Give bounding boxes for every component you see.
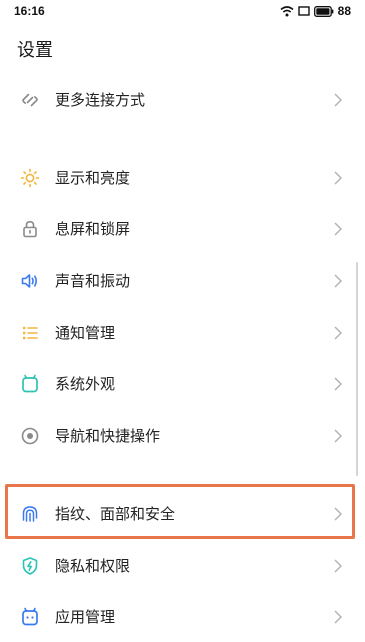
settings-item-app-management[interactable]: 应用管理	[0, 592, 365, 642]
scrollbar[interactable]	[356, 262, 358, 476]
settings-item-label: 通知管理	[55, 324, 116, 342]
sun-icon	[20, 168, 40, 188]
app-icon	[20, 607, 40, 627]
battery-icon	[313, 5, 334, 17]
settings-item-screen-lock[interactable]: 息屏和锁屏	[0, 204, 365, 254]
settings-item-label: 隐私和权限	[55, 557, 131, 575]
list-icon	[20, 323, 40, 343]
page-title: 设置	[17, 40, 53, 61]
settings-item-label: 应用管理	[55, 608, 116, 626]
settings-item-system-appearance[interactable]: 系统外观	[0, 359, 365, 409]
settings-item-label: 显示和亮度	[55, 169, 131, 187]
navigation-icon	[20, 426, 40, 446]
wifi-icon	[280, 5, 294, 17]
chevron-right-icon	[333, 92, 343, 108]
chevron-right-icon	[333, 609, 343, 625]
lock-icon	[20, 219, 40, 239]
settings-item-label: 系统外观	[55, 375, 116, 393]
status-time: 16:16	[14, 4, 45, 18]
settings-item-label: 导航和快捷操作	[55, 427, 161, 445]
shield-icon	[20, 556, 40, 576]
screen-icon	[297, 5, 310, 17]
settings-item-navigation-shortcuts[interactable]: 导航和快捷操作	[0, 411, 365, 461]
chevron-right-icon	[333, 376, 343, 392]
settings-item-more-connections[interactable]: 更多连接方式	[0, 75, 365, 125]
status-icons: 88	[280, 3, 351, 19]
chevron-right-icon	[333, 170, 343, 186]
settings-item-privacy-permissions[interactable]: 隐私和权限	[0, 541, 365, 591]
settings-item-display-brightness[interactable]: 显示和亮度	[0, 153, 365, 203]
chevron-right-icon	[333, 558, 343, 574]
status-bar: 16:16 88	[0, 0, 365, 22]
battery-level: 88	[337, 4, 351, 18]
settings-item-sound-vibration[interactable]: 声音和振动	[0, 256, 365, 306]
speaker-icon	[20, 271, 40, 291]
settings-item-label: 更多连接方式	[55, 91, 146, 109]
highlight-box	[5, 484, 355, 539]
chevron-right-icon	[333, 221, 343, 237]
settings-item-notifications[interactable]: 通知管理	[0, 308, 365, 358]
chevron-right-icon	[333, 428, 343, 444]
chevron-right-icon	[333, 273, 343, 289]
settings-item-label: 声音和振动	[55, 272, 131, 290]
settings-item-label: 息屏和锁屏	[55, 220, 131, 238]
link-icon	[20, 90, 40, 110]
chevron-right-icon	[333, 325, 343, 341]
appearance-icon	[20, 374, 40, 394]
